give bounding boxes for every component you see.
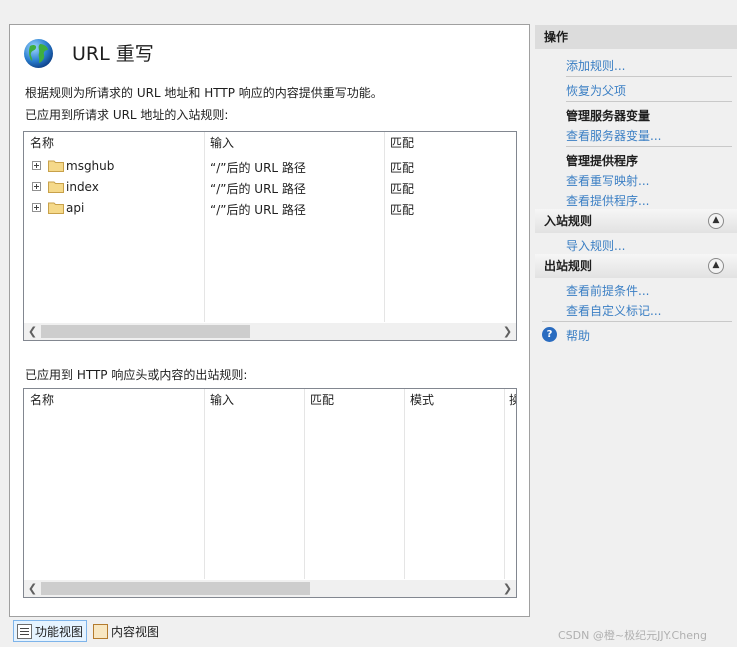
expand-plus-icon[interactable] xyxy=(32,203,41,212)
expand-plus-icon[interactable] xyxy=(32,182,41,191)
collapse-up-icon[interactable]: ▲ xyxy=(708,213,724,229)
column-header-pattern[interactable]: 模式 xyxy=(404,389,504,411)
scroll-left-icon[interactable]: ❮ xyxy=(24,323,41,340)
actions-pane: 操作 添加规则... 恢复为父项 管理服务器变量 查看服务器变量... 管理提供… xyxy=(535,24,737,647)
rule-name: index xyxy=(66,180,99,194)
rule-match: 匹配 xyxy=(390,203,415,217)
horizontal-scrollbar[interactable]: ❮ ❯ xyxy=(24,323,516,340)
url-rewrite-feature-panel: URL 重写 根据规则为所请求的 URL 地址和 HTTP 响应的内容提供重写功… xyxy=(9,24,530,617)
top-band xyxy=(0,0,737,24)
column-header-input[interactable]: 输入 xyxy=(204,132,384,154)
outbound-rules-header[interactable]: 出站规则 ▲ xyxy=(535,254,737,278)
inbound-rules-header[interactable]: 入站规则 ▲ xyxy=(535,209,737,233)
column-divider xyxy=(204,389,205,579)
outbound-rules-header-label: 出站规则 xyxy=(544,259,593,273)
providers-title: 管理提供程序 xyxy=(566,154,639,168)
server-variables-title: 管理服务器变量 xyxy=(566,109,651,123)
inbound-rules-header-label: 入站规则 xyxy=(544,214,593,228)
rule-input: “/”后的 URL 路径 xyxy=(210,182,306,196)
folder-icon xyxy=(48,160,64,172)
tab-features-view[interactable]: 功能视图 xyxy=(13,620,88,642)
column-header-name[interactable]: 名称 xyxy=(24,389,204,411)
expand-plus-icon[interactable] xyxy=(32,161,41,170)
view-server-variables-link[interactable]: 查看服务器变量... xyxy=(566,127,661,144)
view-rewrite-maps-link[interactable]: 查看重写映射... xyxy=(566,172,649,189)
actions-header: 操作 xyxy=(535,25,737,49)
scrollbar-thumb[interactable] xyxy=(41,582,310,595)
inbound-rules-label: 已应用到所请求 URL 地址的入站规则: xyxy=(25,108,229,122)
rule-match: 匹配 xyxy=(390,161,415,175)
column-divider xyxy=(304,389,305,579)
scroll-left-icon[interactable]: ❮ xyxy=(24,580,41,597)
table-row[interactable]: msghub “/”后的 URL 路径 匹配 xyxy=(24,156,516,177)
content-view-icon xyxy=(93,623,108,639)
help-link[interactable]: 帮助 xyxy=(566,327,590,344)
outbound-rules-label: 已应用到 HTTP 响应头或内容的出站规则: xyxy=(25,368,248,382)
outbound-rules-list[interactable]: 名称 输入 匹配 模式 操 ❮ ❯ xyxy=(23,388,517,598)
tab-content-view[interactable]: 内容视图 xyxy=(93,620,159,642)
tab-content-label: 内容视图 xyxy=(111,624,160,639)
features-view-icon xyxy=(17,623,32,639)
view-providers-link[interactable]: 查看提供程序... xyxy=(566,192,649,209)
page-title: URL 重写 xyxy=(72,43,154,65)
separator xyxy=(542,321,732,322)
help-icon[interactable]: ? xyxy=(542,327,557,342)
rule-name: msghub xyxy=(66,159,115,173)
rule-input: “/”后的 URL 路径 xyxy=(210,161,306,175)
column-header-name[interactable]: 名称 xyxy=(24,132,204,154)
rule-name: api xyxy=(66,201,85,215)
tab-features-label: 功能视图 xyxy=(35,624,84,639)
separator xyxy=(566,76,732,77)
separator xyxy=(566,101,732,102)
scroll-right-icon[interactable]: ❯ xyxy=(499,580,516,597)
separator xyxy=(566,146,732,147)
feature-description: 根据规则为所请求的 URL 地址和 HTTP 响应的内容提供重写功能。 xyxy=(25,86,383,100)
collapse-up-icon[interactable]: ▲ xyxy=(708,258,724,274)
outbound-list-header: 名称 输入 匹配 模式 操 xyxy=(24,389,516,411)
watermark: CSDN @橙~极纪元JJY.Cheng xyxy=(558,629,707,642)
column-header-match[interactable]: 匹配 xyxy=(384,132,516,154)
folder-icon xyxy=(48,181,64,193)
globe-icon xyxy=(24,39,53,68)
view-custom-tags-link[interactable]: 查看自定义标记... xyxy=(566,302,661,319)
scrollbar-thumb[interactable] xyxy=(41,325,250,338)
revert-to-parent-link[interactable]: 恢复为父项 xyxy=(566,82,626,99)
rule-input: “/”后的 URL 路径 xyxy=(210,203,306,217)
table-row[interactable]: api “/”后的 URL 路径 匹配 xyxy=(24,198,516,219)
add-rule-link[interactable]: 添加规则... xyxy=(566,57,625,74)
column-header-input[interactable]: 输入 xyxy=(204,389,304,411)
column-divider xyxy=(404,389,405,579)
column-divider xyxy=(504,389,505,579)
rule-match: 匹配 xyxy=(390,182,415,196)
folder-icon xyxy=(48,202,64,214)
column-header-match[interactable]: 匹配 xyxy=(304,389,404,411)
scroll-right-icon[interactable]: ❯ xyxy=(499,323,516,340)
view-preconditions-link[interactable]: 查看前提条件... xyxy=(566,282,649,299)
column-header-action[interactable]: 操 xyxy=(504,389,516,411)
inbound-list-header: 名称 输入 匹配 xyxy=(24,132,516,154)
import-rules-link[interactable]: 导入规则... xyxy=(566,237,625,254)
horizontal-scrollbar[interactable]: ❮ ❯ xyxy=(24,580,516,597)
inbound-rules-list[interactable]: 名称 输入 匹配 msghub “/”后的 URL 路径 匹配 index “/… xyxy=(23,131,517,341)
table-row[interactable]: index “/”后的 URL 路径 匹配 xyxy=(24,177,516,198)
